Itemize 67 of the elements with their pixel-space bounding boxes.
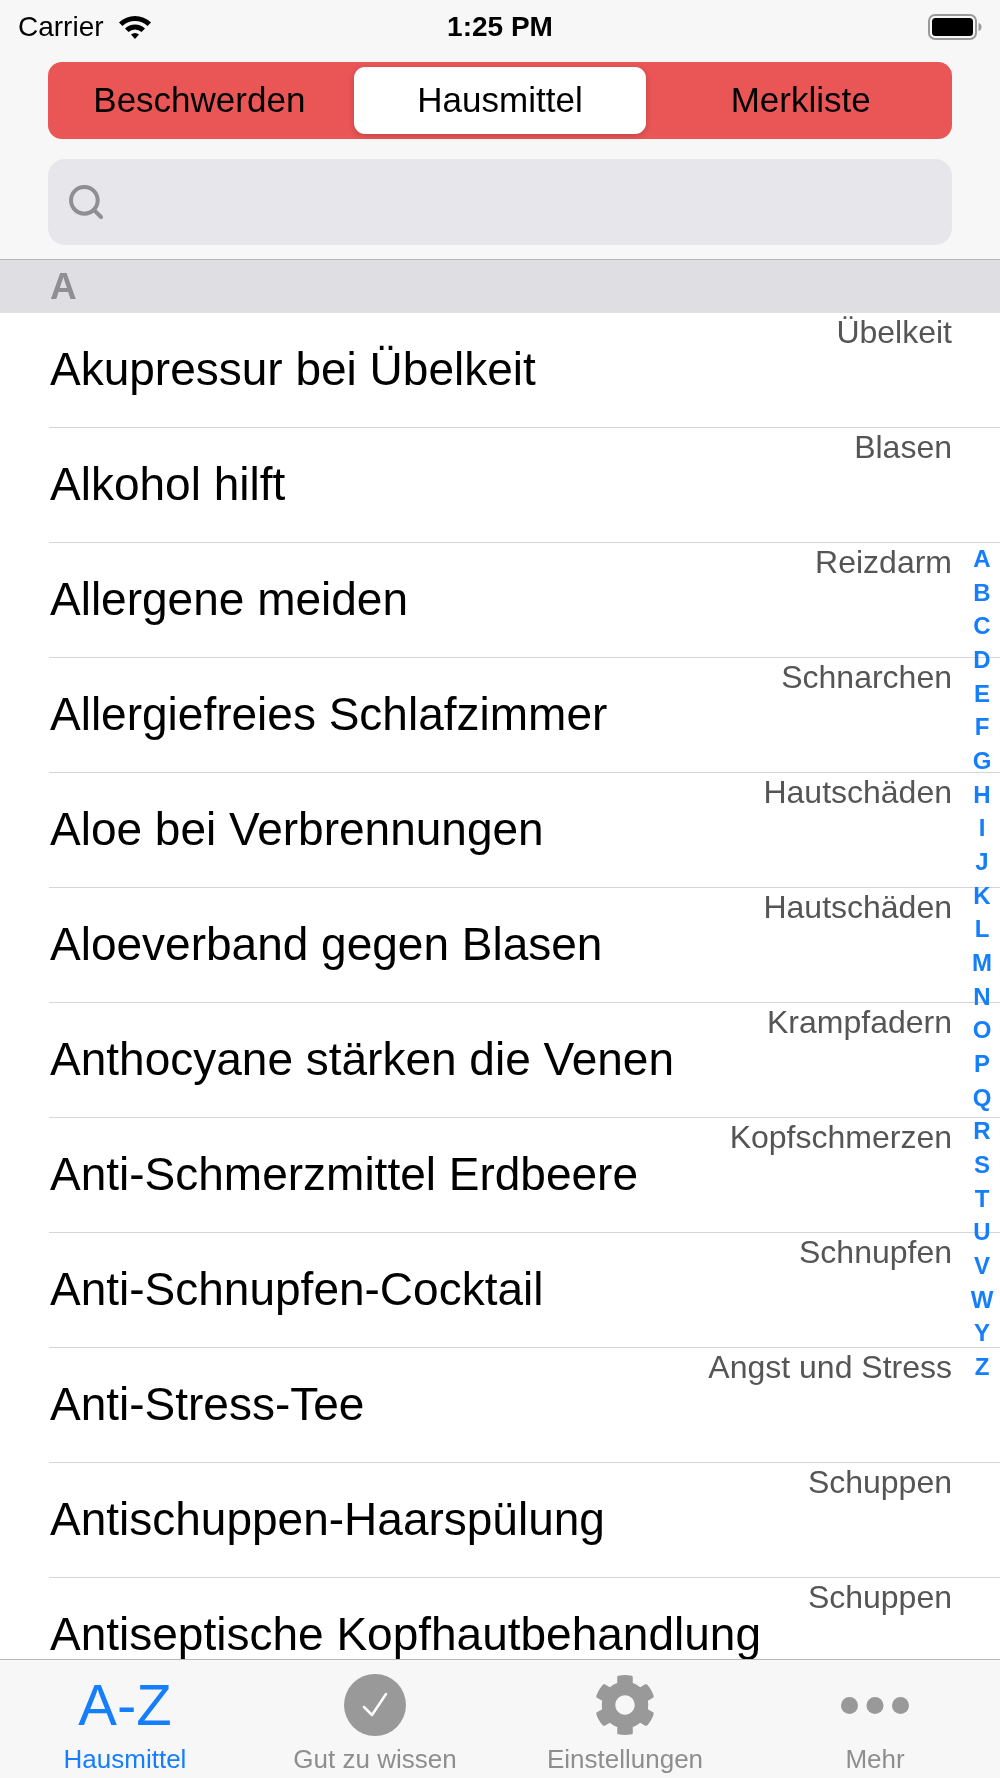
segment-tab[interactable]: Beschwerden [53,67,346,134]
index-letter[interactable]: Z [974,1350,990,1384]
index-letter[interactable]: F [974,710,990,745]
list-row[interactable]: Krampfadern Anthocyane stärken die Venen [49,1003,966,1117]
list-row[interactable]: Reizdarm Allergene meiden [49,543,966,657]
list-row[interactable]: Hautschäden Aloe bei Verbrennungen [49,773,966,887]
row-title: Anti-Stress-Tee [49,1382,366,1426]
list-row[interactable]: Schuppen Antischuppen-Haarspülung [49,1463,966,1577]
index-letter[interactable]: K [973,878,991,913]
index-letter[interactable]: N [973,979,991,1014]
row-category: Reizdarm [814,547,952,577]
section-header: A [0,260,1000,313]
tab-bar-item[interactable]: Einstellungen [500,1660,750,1778]
tab-bar-item[interactable]: Gut zu wissen [250,1660,500,1778]
index-letter[interactable]: M [972,946,992,980]
index-letter[interactable]: B [973,575,991,610]
more-dots-icon [841,1696,909,1714]
index-letter[interactable]: S [974,1148,990,1182]
index-letter[interactable]: U [973,1215,991,1250]
list-row[interactable]: Angst und Stress Anti-Stress-Tee [49,1348,966,1462]
index-letter[interactable]: Q [972,1080,992,1115]
az-icon: A-Z [78,1674,172,1736]
wifi-icon [116,13,153,40]
index-letter[interactable]: O [972,1013,992,1048]
segment-tab[interactable]: Merkliste [654,67,947,134]
settings-icon [594,1674,656,1736]
tab-label: Mehr [845,1746,905,1772]
list-row[interactable]: Übelkeit Akupressur bei Übelkeit [49,313,966,427]
index-letter[interactable]: G [972,744,992,778]
list-row[interactable]: Kopfschmerzen Anti-Schmerzmittel Erdbeere [49,1118,966,1232]
index-letter[interactable]: P [974,1047,990,1081]
index-letter[interactable]: T [974,1181,990,1216]
list-row[interactable]: Blasen Alkohol hilft [49,428,966,542]
checkmark-circle-icon [344,1674,406,1736]
tab-label: Hausmittel [63,1746,187,1772]
index-letter[interactable]: C [973,609,991,643]
index-letter[interactable]: H [973,777,991,812]
tab-bar-item[interactable]: A-Z Hausmittel [0,1660,250,1778]
search-field[interactable] [48,159,952,245]
index-letter[interactable]: R [973,1114,991,1149]
index-letter[interactable]: L [974,912,990,947]
index-letter[interactable]: D [973,643,991,677]
list-row[interactable]: Schnarchen Allergiefreies Schlafzimmer [49,658,966,772]
list-row[interactable]: Schnupfen Anti-Schnupfen-Cocktail [49,1233,966,1347]
status-time: 1:25 PM [447,10,553,43]
row-category: Hautschäden [762,892,952,922]
tab-label: Gut zu wissen [293,1746,457,1772]
index-letter[interactable]: V [974,1249,990,1283]
search-icon [66,182,106,222]
segment-tab[interactable]: Hausmittel [353,67,647,134]
row-title: Anti-Schmerzmittel Erdbeere [49,1152,639,1196]
index-letter[interactable]: J [975,845,989,879]
tab-label: Einstellungen [546,1746,704,1772]
row-title: Alkohol hilft [49,462,287,506]
row-category: Übelkeit [835,317,952,347]
index-letter[interactable]: A [973,542,991,576]
row-category: Hautschäden [762,777,952,807]
row-category: Blasen [853,432,952,462]
index-letter[interactable]: Y [974,1316,990,1351]
list-row[interactable]: Hautschäden Aloeverband gegen Blasen [49,888,966,1002]
index-letter[interactable]: I [978,811,986,846]
index-letter[interactable]: E [974,676,990,711]
index-letter[interactable]: W [970,1282,994,1317]
battery-icon [928,13,982,40]
carrier-label: Carrier [18,10,104,43]
tab-bar-item[interactable]: Mehr [750,1660,1000,1778]
row-category: Schnarchen [780,662,952,692]
